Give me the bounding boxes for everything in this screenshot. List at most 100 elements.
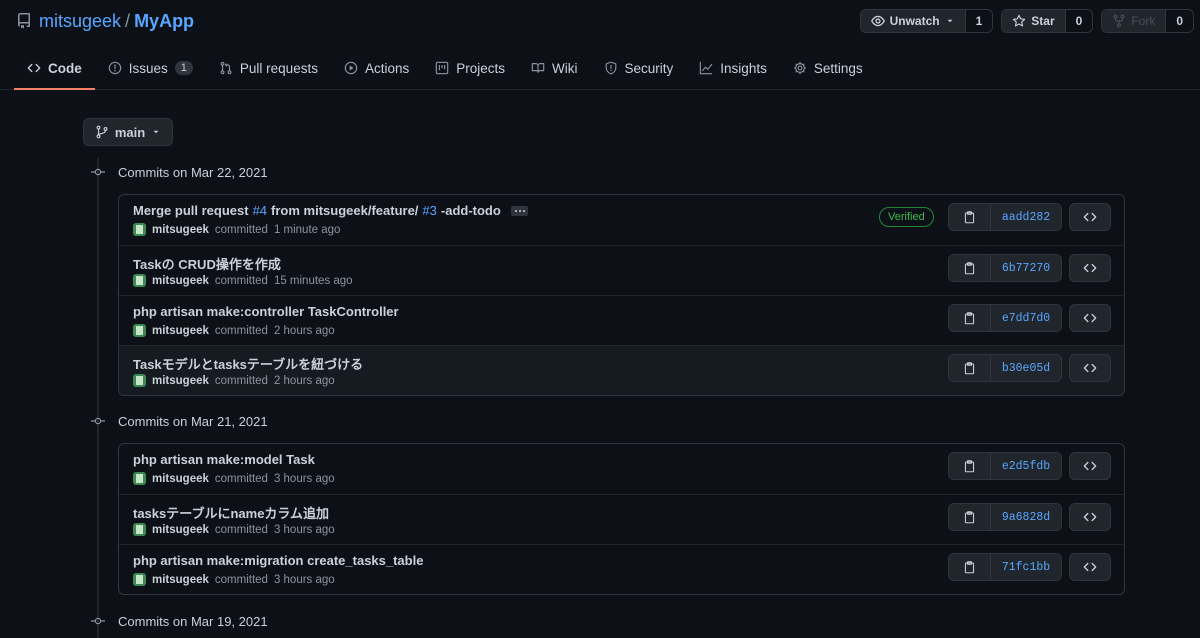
- clipboard-icon: [964, 459, 975, 472]
- commit-author[interactable]: mitsugeek: [152, 325, 209, 337]
- commit-day-heading: Commits on Mar 19, 2021: [118, 613, 268, 629]
- sha-group: 71fc1bb: [948, 553, 1062, 581]
- avatar[interactable]: [133, 523, 146, 536]
- commit-verb: committed: [214, 573, 268, 586]
- commit-sha-link[interactable]: 9a6828d: [991, 504, 1061, 530]
- repo-separator: /: [125, 10, 131, 31]
- graph-icon: [700, 61, 713, 75]
- code-icon: [1083, 363, 1097, 373]
- repo-name-link[interactable]: MyApp: [134, 11, 194, 32]
- code-icon: [1083, 212, 1097, 222]
- commit-message[interactable]: tasksテーブルにnameカラム追加: [133, 503, 329, 522]
- copy-sha-button[interactable]: [949, 504, 991, 530]
- commit-sha-link[interactable]: b30e05d: [991, 355, 1061, 381]
- commit-sha-link[interactable]: 71fc1bb: [991, 554, 1061, 580]
- watch-count[interactable]: 1: [964, 10, 993, 32]
- browse-repo-button[interactable]: [1069, 203, 1111, 231]
- sha-group: b30e05d: [948, 354, 1062, 382]
- verified-badge[interactable]: Verified: [879, 207, 934, 227]
- commit-author[interactable]: mitsugeek: [152, 524, 209, 536]
- clipboard-icon: [964, 361, 975, 374]
- star-button[interactable]: Star: [1002, 10, 1065, 32]
- tab-wiki-label: Wiki: [552, 60, 578, 76]
- code-icon: [1083, 461, 1097, 471]
- git-commit-icon: [90, 613, 106, 629]
- tab-issues-label: Issues: [128, 60, 168, 76]
- commit-sha-link[interactable]: e7dd7d0: [991, 305, 1061, 331]
- commit-day-group: Commits on Mar 19, 2021: [90, 609, 268, 633]
- commit-time: 2 hours ago: [273, 374, 335, 387]
- browse-repo-button[interactable]: [1069, 304, 1111, 332]
- avatar[interactable]: [133, 274, 146, 287]
- tab-insights[interactable]: Insights: [686, 48, 780, 88]
- copy-sha-button[interactable]: [949, 355, 991, 381]
- sha-group: 9a6828d: [948, 503, 1062, 531]
- commit-message[interactable]: Taskの CRUD操作を作成: [133, 254, 281, 273]
- browse-repo-button[interactable]: [1069, 503, 1111, 531]
- branch-selector[interactable]: main: [83, 118, 173, 146]
- repo-icon: [16, 13, 32, 29]
- repo-actions: Unwatch 1 Star 0 Fork 0: [859, 9, 1194, 33]
- commit-message[interactable]: Merge pull request #4 from mitsugeek/fea…: [133, 203, 528, 218]
- tab-actions[interactable]: Actions: [331, 48, 422, 88]
- star-label: Star: [1031, 14, 1055, 28]
- commit-author[interactable]: mitsugeek: [152, 275, 209, 287]
- commit-author[interactable]: mitsugeek: [152, 224, 209, 236]
- tab-security[interactable]: Security: [591, 48, 687, 88]
- avatar[interactable]: [133, 374, 146, 387]
- commit-row: tasksテーブルにnameカラム追加 mitsugeek committed …: [119, 494, 1124, 544]
- pull-request-link[interactable]: #4: [253, 203, 267, 218]
- tab-code[interactable]: Code: [14, 48, 95, 90]
- commit-author[interactable]: mitsugeek: [152, 574, 209, 586]
- branch-label: main: [114, 124, 146, 140]
- fork-button[interactable]: Fork: [1102, 10, 1166, 32]
- commit-author[interactable]: mitsugeek: [152, 473, 209, 485]
- star-count[interactable]: 0: [1064, 10, 1093, 32]
- copy-sha-button[interactable]: [949, 453, 991, 479]
- browse-repo-button[interactable]: [1069, 354, 1111, 382]
- commit-author[interactable]: mitsugeek: [152, 375, 209, 387]
- commit-message[interactable]: php artisan make:migration create_tasks_…: [133, 553, 423, 568]
- issue-link[interactable]: #3: [422, 203, 436, 218]
- eye-icon: [870, 15, 885, 27]
- commit-row: php artisan make:controller TaskControll…: [119, 295, 1124, 345]
- commit-sha-link[interactable]: e2d5fdb: [991, 453, 1061, 479]
- sha-group: 6b77270: [948, 254, 1062, 282]
- browse-repo-button[interactable]: [1069, 254, 1111, 282]
- copy-sha-button[interactable]: [949, 255, 991, 281]
- commit-row: Merge pull request #4 from mitsugeek/fea…: [119, 195, 1124, 245]
- repo-header: mitsugeek / MyApp Unwatch 1 Star 0 Fork: [0, 0, 1200, 90]
- tab-settings[interactable]: Settings: [780, 48, 876, 88]
- copy-sha-button[interactable]: [949, 204, 991, 230]
- commit-time: 3 hours ago: [273, 523, 335, 536]
- fork-count[interactable]: 0: [1165, 10, 1193, 32]
- avatar[interactable]: [133, 573, 146, 586]
- commit-message[interactable]: php artisan make:model Task: [133, 452, 315, 467]
- repo-owner-link[interactable]: mitsugeek: [39, 11, 121, 32]
- avatar[interactable]: [133, 223, 146, 236]
- unwatch-button[interactable]: Unwatch: [860, 10, 965, 32]
- avatar[interactable]: [133, 324, 146, 337]
- book-icon: [531, 63, 545, 73]
- tab-projects[interactable]: Projects: [422, 48, 518, 88]
- tab-wiki[interactable]: Wiki: [518, 48, 591, 88]
- tab-settings-label: Settings: [813, 60, 863, 76]
- watch-group: Unwatch 1: [859, 9, 994, 33]
- commit-message[interactable]: php artisan make:controller TaskControll…: [133, 304, 399, 319]
- copy-sha-button[interactable]: [949, 305, 991, 331]
- commit-message[interactable]: Taskモデルとtasksテーブルを紐づける: [133, 354, 363, 373]
- code-icon: [1083, 313, 1097, 323]
- tab-issues[interactable]: Issues 1: [95, 48, 206, 88]
- tab-pull-requests[interactable]: Pull requests: [206, 48, 331, 88]
- caret-down-icon: [947, 19, 953, 23]
- commit-sha-link[interactable]: aadd282: [991, 204, 1061, 230]
- browse-repo-button[interactable]: [1069, 452, 1111, 480]
- commit-day-heading: Commits on Mar 22, 2021: [118, 164, 268, 180]
- commit-row: Taskの CRUD操作を作成 mitsugeek committed 15 m…: [119, 245, 1124, 295]
- expand-message-button[interactable]: [510, 205, 528, 216]
- avatar[interactable]: [133, 472, 146, 485]
- copy-sha-button[interactable]: [949, 554, 991, 580]
- shield-icon: [605, 61, 616, 75]
- browse-repo-button[interactable]: [1069, 553, 1111, 581]
- commit-sha-link[interactable]: 6b77270: [991, 255, 1061, 281]
